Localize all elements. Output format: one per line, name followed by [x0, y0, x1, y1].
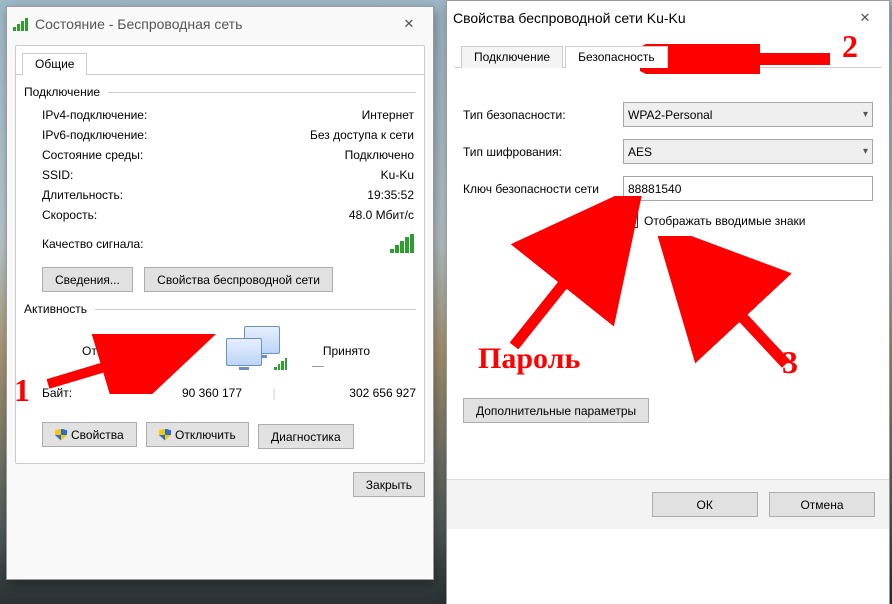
kv-ssid: SSID:Ku-Ku [24, 165, 416, 185]
row-security-type: Тип безопасности: WPA2-Personal▾ [463, 102, 873, 127]
ok-button[interactable]: ОК [652, 492, 758, 517]
kv-duration: Длительность:19:35:52 [24, 185, 416, 205]
section-activity: Активность [24, 302, 416, 316]
security-key-input[interactable] [623, 176, 873, 201]
shield-icon [159, 429, 171, 441]
close-button[interactable]: Закрыть [353, 472, 425, 497]
dialog-body: Общие Подключение IPv4-подключение:Интер… [15, 45, 425, 464]
encryption-select[interactable]: AES▾ [623, 139, 873, 164]
titlebar[interactable]: Свойства беспроводной сети Ku-Ku ✕ [447, 1, 889, 35]
bytes-sent: 90 360 177 [132, 386, 242, 400]
advanced-settings-button[interactable]: Дополнительные параметры [463, 398, 649, 423]
titlebar[interactable]: Состояние - Беспроводная сеть ✕ [7, 7, 433, 41]
tab-row: Общие [16, 50, 424, 75]
close-icon[interactable]: ✕ [847, 6, 883, 30]
row-show-chars: ✓ Отображать вводимые знаки [623, 213, 873, 228]
kv-ipv6: IPv6-подключение:Без доступа к сети [24, 125, 416, 145]
received-label: Принято [323, 344, 370, 358]
diagnose-button[interactable]: Диагностика [258, 424, 354, 449]
sent-label: Отправлено [82, 344, 150, 358]
row-encryption: Тип шифрования: AES▾ [463, 139, 873, 164]
kv-speed: Скорость:48.0 Мбит/с [24, 205, 416, 225]
chevron-down-icon: ▾ [863, 146, 868, 157]
annotation-number-2: 2 [842, 28, 858, 65]
tab-general[interactable]: Общие [22, 53, 87, 75]
row-security-key: Ключ безопасности сети [463, 176, 873, 201]
bytes-received: 302 656 927 [306, 386, 416, 400]
show-characters-checkbox[interactable]: ✓ [623, 213, 638, 228]
monitors-icon [226, 326, 286, 376]
tab-connection[interactable]: Подключение [461, 46, 563, 68]
disable-button[interactable]: Отключить [146, 422, 249, 447]
annotation-number-3: 3 [782, 344, 798, 381]
bytes-row: Байт: 90 360 177 | 302 656 927 [24, 386, 416, 400]
window-title: Свойства беспроводной сети Ku-Ku [453, 10, 686, 26]
signal-bars-icon [390, 235, 414, 253]
shield-icon [55, 429, 67, 441]
cancel-button[interactable]: Отмена [769, 492, 875, 517]
window-title: Состояние - Беспроводная сеть [35, 16, 242, 32]
status-window: Состояние - Беспроводная сеть ✕ Общие По… [6, 6, 434, 580]
dialog-footer: ОК Отмена [447, 479, 889, 529]
tab-security[interactable]: Безопасность [565, 46, 668, 68]
close-icon[interactable]: ✕ [391, 12, 427, 36]
kv-signal: Качество сигнала: [24, 225, 416, 259]
annotation-number-1: 1 [14, 372, 30, 409]
show-characters-label: Отображать вводимые знаки [644, 214, 805, 228]
security-type-select[interactable]: WPA2-Personal▾ [623, 102, 873, 127]
properties-window: Свойства беспроводной сети Ku-Ku ✕ Подкл… [446, 0, 890, 604]
chevron-down-icon: ▾ [863, 109, 868, 120]
wireless-properties-button[interactable]: Свойства беспроводной сети [144, 267, 333, 292]
activity-graphic: Отправлено Принято [36, 322, 416, 382]
annotation-label-password: Пароль [478, 342, 580, 376]
details-button[interactable]: Сведения... [42, 267, 133, 292]
tab-row: Подключение Безопасность [455, 43, 881, 68]
kv-ipv4: IPv4-подключение:Интернет [24, 105, 416, 125]
security-panel: Тип безопасности: WPA2-Personal▾ Тип шиф… [447, 68, 889, 431]
wifi-bars-icon [13, 17, 29, 31]
properties-button[interactable]: Свойства [42, 422, 137, 447]
kv-media: Состояние среды:Подключено [24, 145, 416, 165]
section-connection: Подключение [24, 85, 416, 99]
